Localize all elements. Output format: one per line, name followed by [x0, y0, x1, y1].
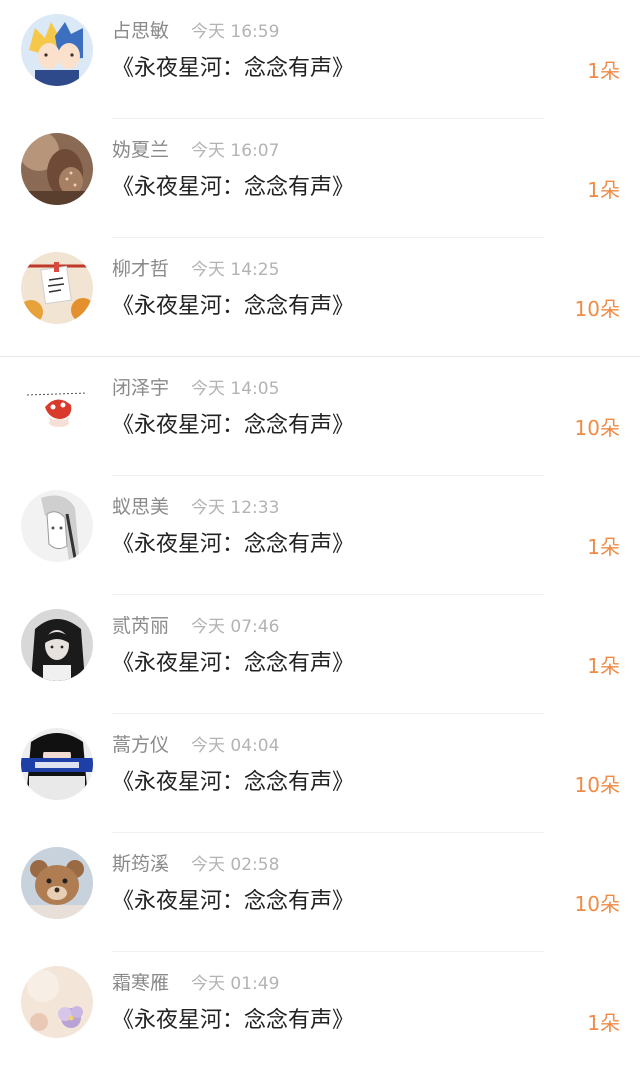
message-time: 今天 01:49	[191, 974, 280, 994]
list-item[interactable]: 柳才哲 今天 14:25 《永夜星河：念念有声》 10朵	[0, 238, 640, 357]
gift-count: 1朵	[587, 178, 620, 202]
gift-count: 10朵	[574, 773, 620, 797]
teddy-bear-avatar-icon	[21, 847, 93, 919]
book-title[interactable]: 《永夜星河：念念有声》	[112, 411, 354, 441]
list-item[interactable]: 蒿方仪 今天 04:04 《永夜星河：念念有声》 10朵	[0, 714, 640, 833]
sender-name: 妫夏兰	[112, 139, 170, 161]
avatar[interactable]	[21, 133, 93, 205]
gift-count: 1朵	[587, 59, 620, 83]
book-title[interactable]: 《永夜星河：念念有声》	[112, 54, 354, 84]
sender-name: 占思敏	[112, 20, 170, 42]
book-title[interactable]: 《永夜星河：念念有声》	[112, 649, 354, 679]
gift-count: 1朵	[587, 1011, 620, 1035]
book-title[interactable]: 《永夜星河：念念有声》	[112, 292, 354, 322]
gift-count: 1朵	[587, 654, 620, 678]
message-time: 今天 14:05	[191, 379, 280, 399]
book-title[interactable]: 《永夜星河：念念有声》	[112, 887, 354, 917]
avatar[interactable]	[21, 252, 93, 324]
message-time: 今天 02:58	[191, 855, 280, 875]
avatar[interactable]	[21, 371, 93, 443]
pastel-flower-avatar-icon	[21, 966, 93, 1038]
sender-name: 霜寒雁	[112, 972, 170, 994]
message-time: 今天 12:33	[191, 498, 280, 518]
list-item[interactable]: 妫夏兰 今天 16:07 《永夜星河：念念有声》 1朵	[0, 119, 640, 238]
list-item[interactable]: 霜寒雁 今天 01:49 《永夜星河：念念有声》 1朵	[0, 952, 640, 1071]
avatar[interactable]	[21, 609, 93, 681]
gift-count: 10朵	[574, 297, 620, 321]
sender-name: 蚁思美	[112, 496, 170, 518]
sender-name: 柳才哲	[112, 258, 170, 280]
dark-hair-avatar-icon	[21, 609, 93, 681]
message-time: 今天 14:25	[191, 260, 280, 280]
sketch-girl-avatar-icon	[21, 490, 93, 562]
book-title[interactable]: 《永夜星河：念念有声》	[112, 530, 354, 560]
message-time: 今天 16:07	[191, 141, 280, 161]
list-item[interactable]: 贰芮丽 今天 07:46 《永夜星河：念念有声》 1朵	[0, 595, 640, 714]
message-time: 今天 07:46	[191, 617, 280, 637]
gift-count: 1朵	[587, 535, 620, 559]
gift-count: 10朵	[574, 892, 620, 916]
sender-name: 蒿方仪	[112, 734, 170, 756]
sepia-photo-avatar-icon	[21, 133, 93, 205]
black-hair-banner-avatar-icon	[21, 728, 93, 800]
sender-name: 贰芮丽	[112, 615, 170, 637]
message-time: 今天 16:59	[191, 22, 280, 42]
message-time: 今天 04:04	[191, 736, 280, 756]
sender-name: 斯筠溪	[112, 853, 170, 875]
avatar[interactable]	[21, 847, 93, 919]
love-note-avatar-icon	[21, 252, 93, 324]
list-item[interactable]: 闭泽宇 今天 14:05 《永夜星河：念念有声》 10朵	[0, 357, 640, 476]
anime-couple-avatar-icon	[21, 14, 93, 86]
avatar[interactable]	[21, 728, 93, 800]
avatar[interactable]	[21, 966, 93, 1038]
sender-name: 闭泽宇	[112, 377, 170, 399]
list-item[interactable]: 占思敏 今天 16:59 《永夜星河：念念有声》 1朵	[0, 0, 640, 119]
book-title[interactable]: 《永夜星河：念念有声》	[112, 1006, 354, 1036]
gift-message-list: 占思敏 今天 16:59 《永夜星河：念念有声》 1朵 妫夏兰 今天 16:07…	[0, 0, 640, 1060]
cartoon-red-avatar-icon	[21, 371, 93, 443]
gift-count: 10朵	[574, 416, 620, 440]
avatar[interactable]	[21, 490, 93, 562]
list-item[interactable]: 蚁思美 今天 12:33 《永夜星河：念念有声》 1朵	[0, 476, 640, 595]
list-item[interactable]: 斯筠溪 今天 02:58 《永夜星河：念念有声》 10朵	[0, 833, 640, 952]
book-title[interactable]: 《永夜星河：念念有声》	[112, 173, 354, 203]
avatar[interactable]	[21, 14, 93, 86]
book-title[interactable]: 《永夜星河：念念有声》	[112, 768, 354, 798]
